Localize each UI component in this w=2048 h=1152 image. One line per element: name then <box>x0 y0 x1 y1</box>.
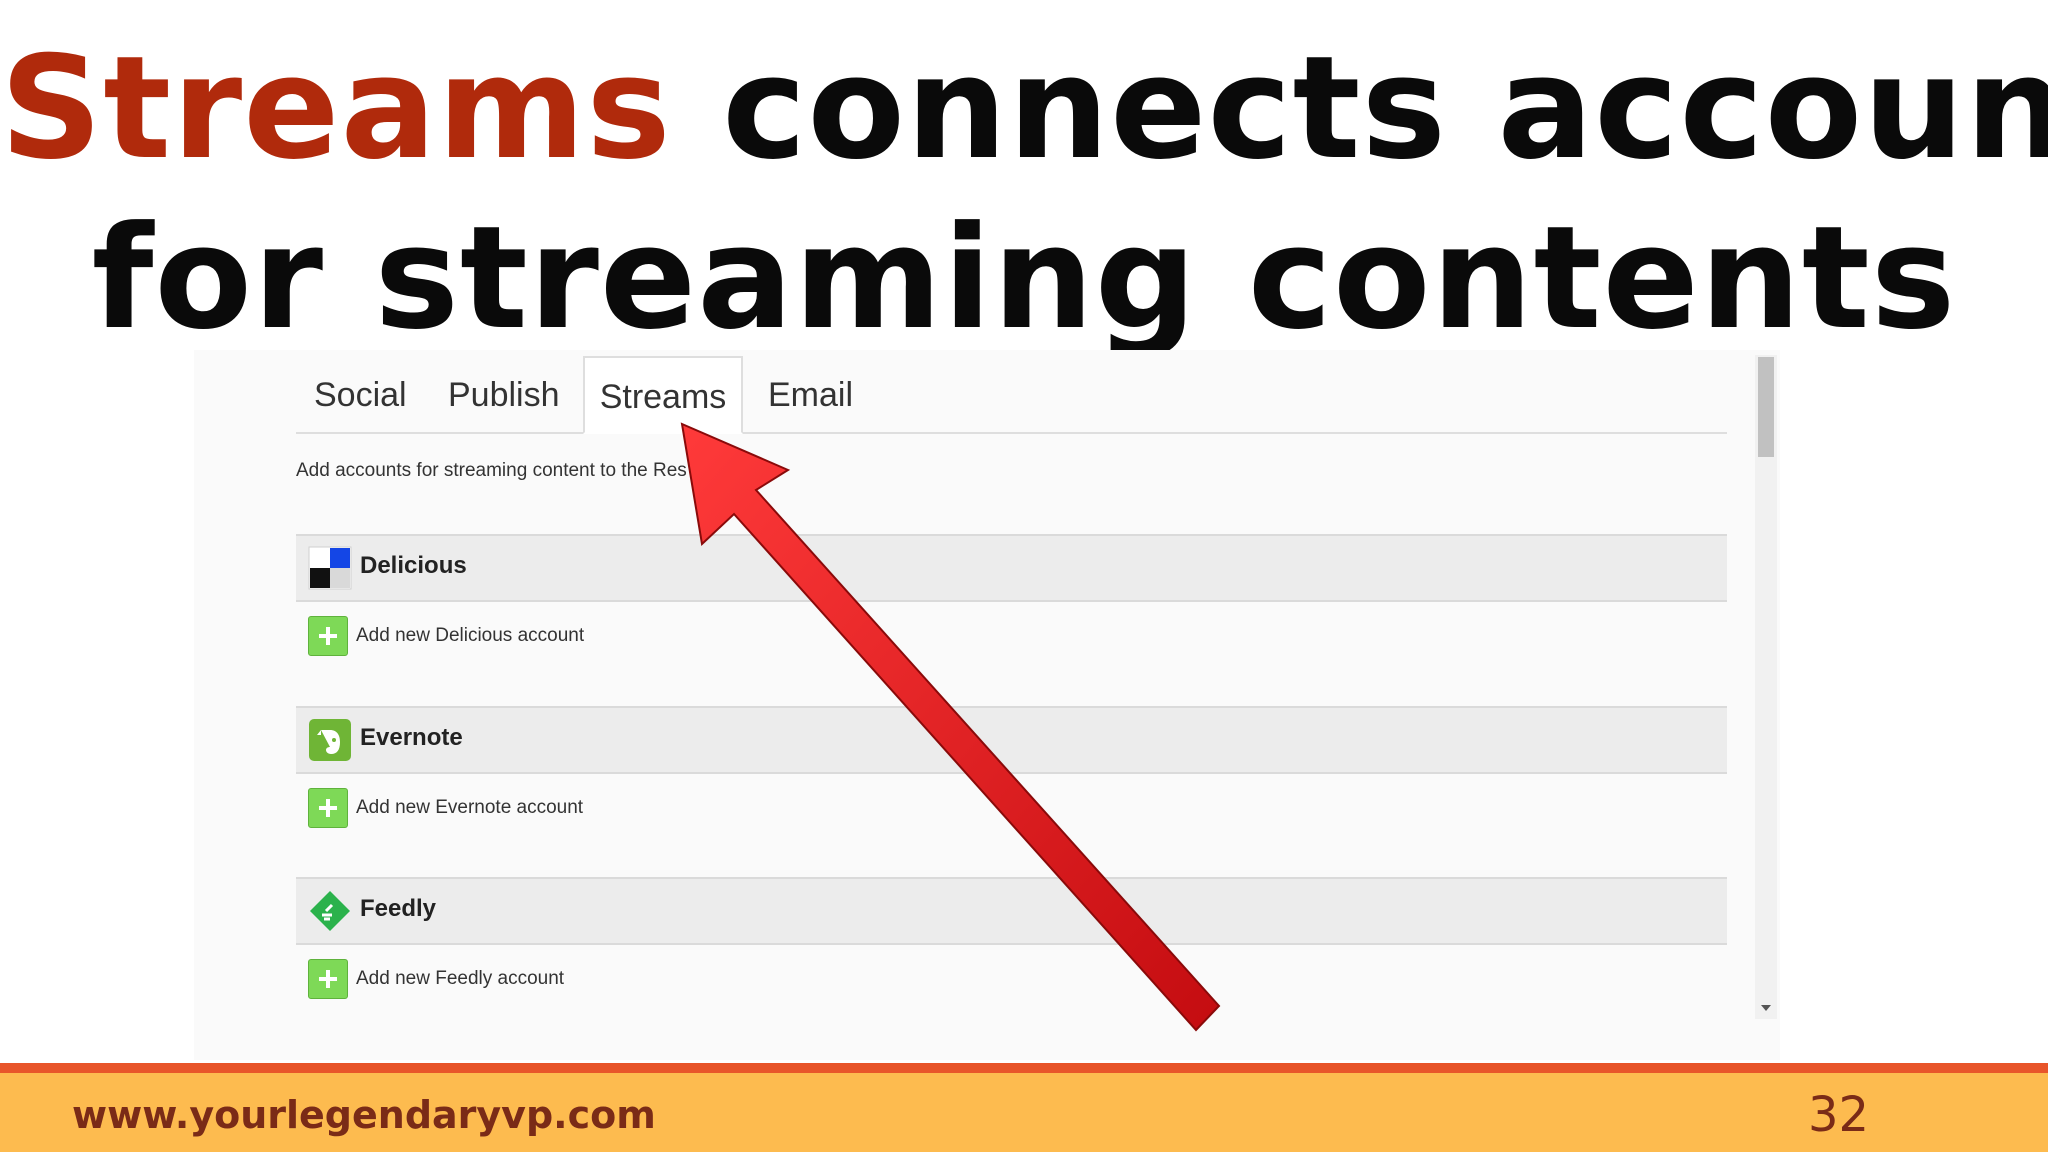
red-arrow-shape <box>680 422 1221 1032</box>
footer-bar: www.yourlegendaryvp.com 32 <box>0 1073 2048 1152</box>
page-number: 32 <box>1808 1087 1870 1143</box>
footer-url: www.yourlegendaryvp.com <box>72 1093 656 1137</box>
footer-divider <box>0 1063 2048 1073</box>
annotation-arrow <box>680 422 1221 1032</box>
